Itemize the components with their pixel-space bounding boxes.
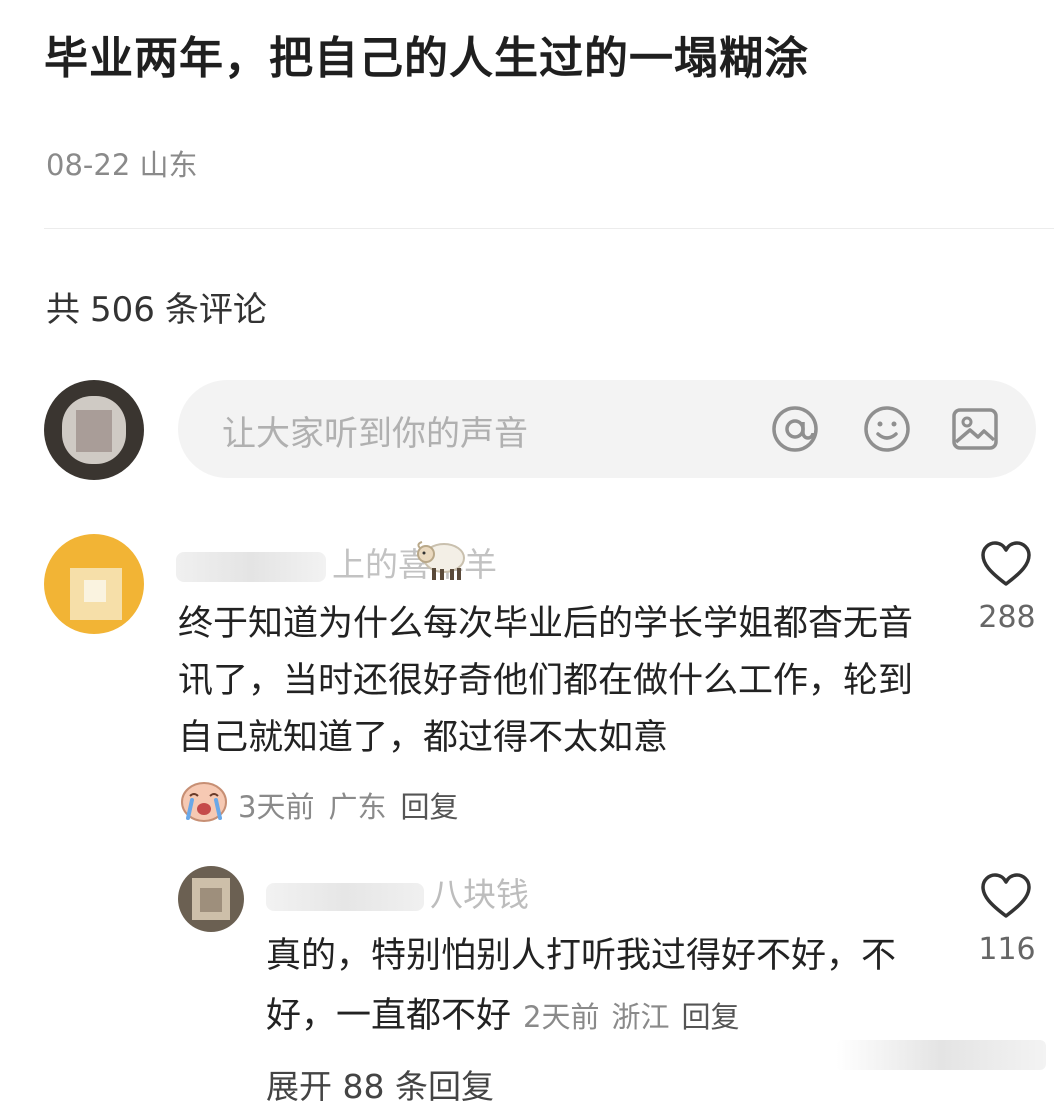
post-title: 毕业两年，把自己的人生过的一塌糊涂 [44,33,809,84]
comment-meta: 3天前 广东 回复 [238,784,472,826]
comment-count: 共 506 条评论 [46,282,277,331]
comment-text: 终于知道为什么每次毕业后的学长学姐都杳无音讯了，当时还很好奇他们都在做什么工作，… [178,604,914,758]
comment-input-placeholder[interactable]: 让大家听到你的声音 [222,406,528,455]
crying-emoji-icon [181,782,227,822]
sheep-emoji-icon [417,541,465,580]
reply-meta: 2天前 浙江 回复 [511,1000,739,1034]
reply-location: 浙江 [611,1000,670,1034]
at-icon[interactable] [770,404,820,454]
comment-count-suffix: 条评论 [164,290,267,330]
divider [44,228,1054,229]
like-count: 288 [978,600,1036,635]
reply-like-count: 116 [978,932,1036,967]
commenter-avatar[interactable] [44,534,144,634]
replier-name-text: 八块钱 [430,875,529,914]
comment-count-number: 506 [90,290,155,330]
post-meta: 08-22 山东 [46,142,198,184]
blurred-name-part [176,551,326,582]
expand-replies-button[interactable]: 展开 88 条回复 [266,1060,494,1108]
heart-icon[interactable] [980,540,1032,588]
reply-time: 2天前 [523,1000,600,1034]
my-avatar[interactable] [44,380,144,480]
blurred-name-part [266,882,424,911]
watermark [836,1040,1046,1070]
heart-icon[interactable] [980,872,1032,920]
reply-text-block: 真的，特别怕别人打听我过得好不好，不好，一直都不好 2天前 浙江 回复 [266,926,906,1047]
post-location: 山东 [139,148,198,182]
reply-button[interactable]: 回复 [400,790,458,824]
emoji-icon[interactable] [862,404,912,454]
comment-time: 3天前 [238,790,315,824]
reply-reply-button[interactable]: 回复 [681,1000,739,1034]
comment-count-prefix: 共 [46,290,80,330]
replier-name[interactable]: 八块钱 [266,868,529,916]
replier-avatar[interactable] [178,866,244,932]
post-date: 08-22 [46,148,131,182]
image-icon[interactable] [950,404,1000,454]
comment-location: 广东 [328,790,387,824]
